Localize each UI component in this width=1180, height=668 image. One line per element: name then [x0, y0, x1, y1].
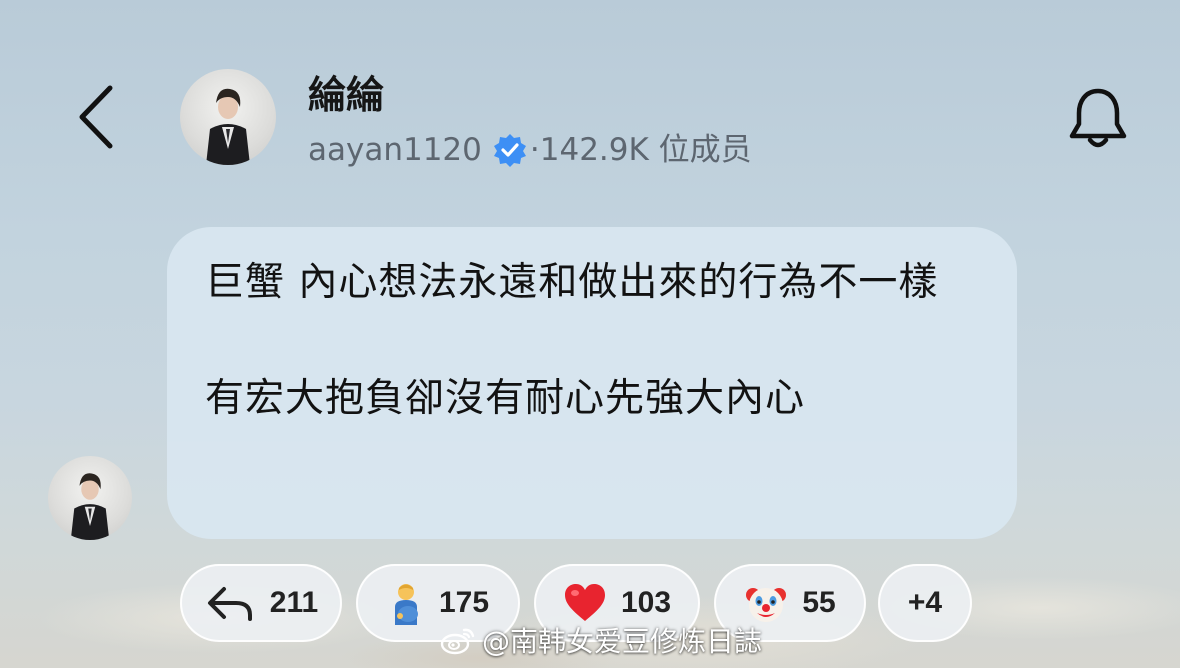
message-text-paragraph-1: 巨蟹 內心想法永遠和做出來的行為不一樣 — [205, 260, 939, 305]
more-reactions-count: +4 — [907, 586, 943, 619]
reply-button[interactable]: 211 — [180, 564, 342, 642]
message-sender-avatar[interactable] — [48, 456, 132, 540]
channel-meta: aayan1120 · 142.9K 位成员 — [308, 130, 752, 170]
notification-bell-button[interactable] — [1066, 84, 1130, 154]
chevron-left-icon — [79, 85, 113, 149]
back-button[interactable] — [72, 82, 122, 152]
avatar-image — [206, 88, 250, 165]
reply-count: 211 — [269, 586, 319, 619]
avatar-image — [70, 473, 110, 540]
bell-icon — [1069, 88, 1127, 148]
weibo-logo-icon — [440, 628, 475, 655]
message-bubble[interactable]: 巨蟹 內心想法永遠和做出來的行為不一樣 有宏大抱負卻沒有耐心先強大內心 — [167, 227, 1017, 539]
meta-separator: · — [529, 132, 540, 168]
pregnant-man-emoji-icon — [394, 584, 418, 625]
reaction-count: 103 — [620, 586, 672, 619]
more-reactions-button[interactable]: +4 — [878, 564, 972, 642]
username: aayan1120 — [308, 132, 482, 168]
weibo-watermark: @南韩女爱豆修炼日誌 — [440, 620, 762, 660]
reaction-count: 175 — [438, 586, 490, 619]
red-heart-emoji-icon — [564, 584, 605, 621]
clown-face-emoji-icon — [746, 588, 787, 622]
reply-icon — [207, 587, 252, 621]
channel-avatar[interactable] — [180, 69, 276, 165]
verified-badge-icon — [493, 134, 526, 167]
message-text-paragraph-2: 有宏大抱負卻沒有耐心先強大內心 — [205, 376, 806, 421]
channel-name: 綸綸 — [308, 73, 385, 117]
reaction-count: 55 — [802, 586, 836, 619]
watermark-text: @南韩女爱豆修炼日誌 — [482, 625, 763, 658]
member-count: 142.9K 位成员 — [539, 132, 752, 168]
